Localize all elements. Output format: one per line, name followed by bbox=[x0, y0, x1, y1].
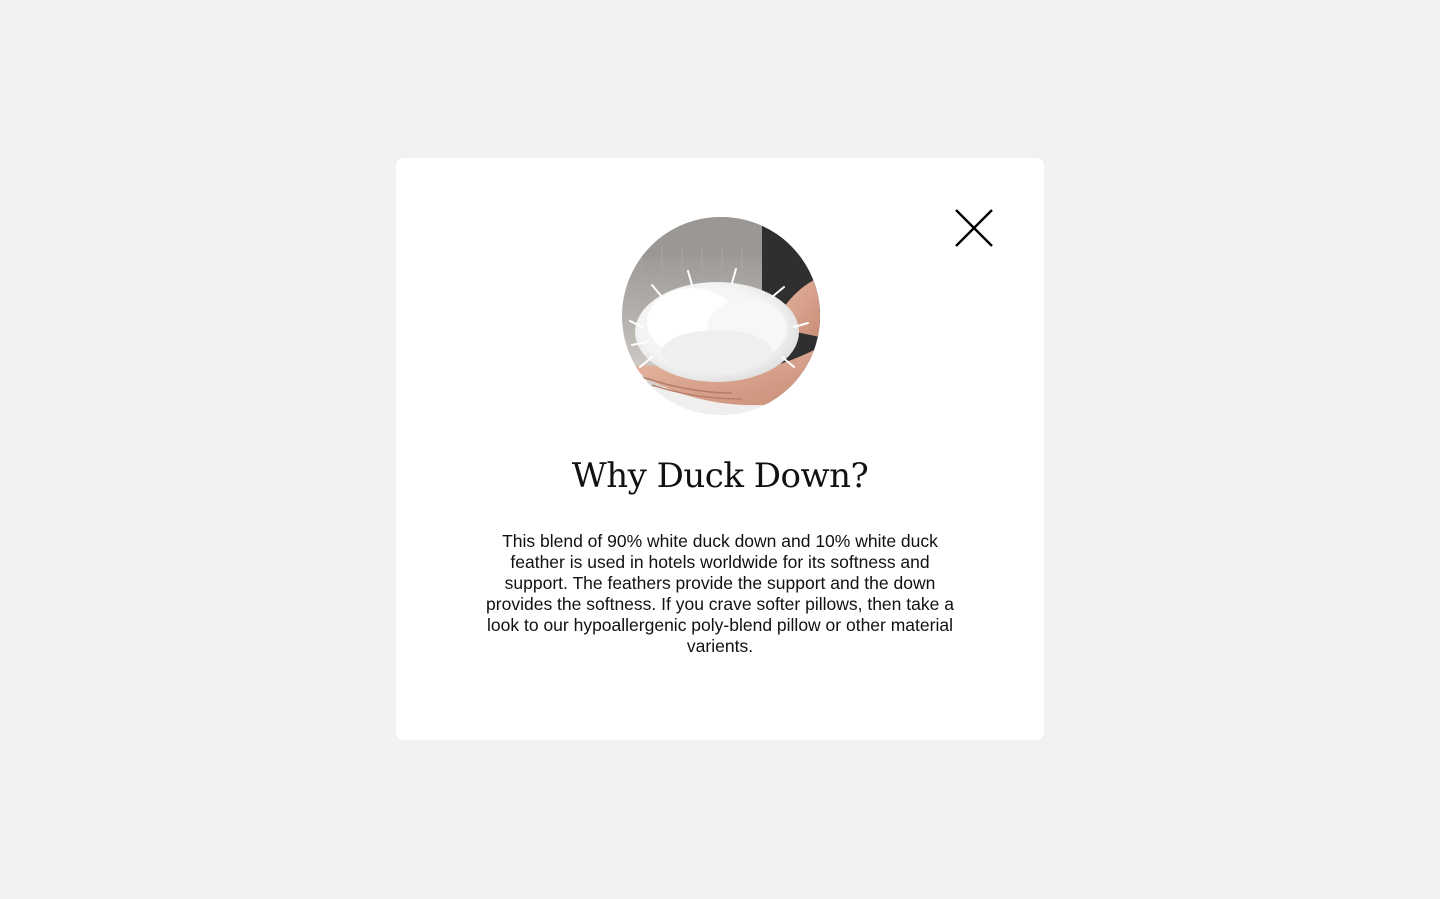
close-button[interactable] bbox=[952, 206, 996, 250]
modal-description: This blend of 90% white duck down and 10… bbox=[486, 531, 954, 656]
down-feathers-image bbox=[622, 217, 820, 415]
modal-title: Why Duck Down? bbox=[571, 456, 869, 496]
close-icon bbox=[955, 209, 993, 247]
duck-down-info-modal: Why Duck Down? This blend of 90% white d… bbox=[396, 158, 1044, 740]
